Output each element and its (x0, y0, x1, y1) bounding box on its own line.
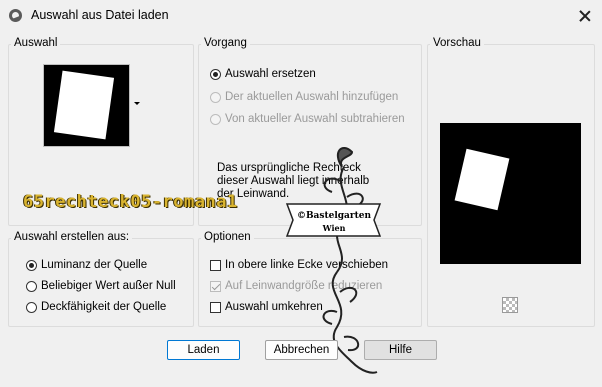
radio-label: Von aktueller Auswahl subtrahieren (225, 113, 405, 125)
preview-canvas (440, 123, 581, 264)
radio-label: Auswahl ersetzen (225, 68, 316, 80)
radio-indicator (210, 91, 221, 103)
load-button[interactable]: Laden (167, 340, 240, 360)
radio-deckfaehigkeit[interactable]: Deckfähigkeit der Quelle (26, 301, 166, 313)
window-title: Auswahl aus Datei laden (31, 8, 169, 22)
group-auswahl-label: Auswahl (11, 37, 61, 49)
help-button[interactable]: Hilfe (364, 340, 437, 360)
radio-luminanz[interactable]: Luminanz der Quelle (26, 259, 147, 271)
thumbnail-shape (53, 70, 115, 140)
radio-auswahl-hinzufuegen[interactable]: Der aktuellen Auswahl hinzufügen (210, 91, 398, 103)
logo-text-line1: ©Bastelgarten (297, 211, 372, 221)
radio-auswahl-ersetzen[interactable]: Auswahl ersetzen (210, 68, 316, 80)
radio-label: Beliebiger Wert außer Null (41, 280, 176, 292)
chevron-down-icon[interactable] (134, 102, 140, 105)
radio-indicator (210, 68, 221, 80)
cancel-button[interactable]: Abbrechen (265, 340, 338, 360)
transparency-toggle-icon[interactable] (502, 297, 518, 313)
radio-label: Luminanz der Quelle (41, 259, 148, 271)
radio-auswahl-subtrahieren[interactable]: Von aktueller Auswahl subtrahieren (210, 113, 405, 125)
selection-thumbnail[interactable] (43, 64, 130, 147)
radio-indicator (26, 280, 37, 292)
group-optionen-label: Optionen (201, 231, 254, 243)
app-icon (9, 9, 22, 22)
radio-label: Der aktuellen Auswahl hinzufügen (225, 91, 399, 103)
filename-watermark: 65rechteck05-romana1 (23, 192, 238, 212)
radio-label: Deckfähigkeit der Quelle (41, 301, 167, 313)
logo-text-line2: Wien (322, 223, 346, 233)
group-vorgang-label: Vorgang (201, 37, 250, 49)
group-erstellen-label: Auswahl erstellen aus: (11, 231, 133, 243)
preview-shape (454, 148, 510, 211)
title-bar: Auswahl aus Datei laden (0, 0, 602, 31)
close-icon[interactable] (575, 6, 595, 26)
radio-beliebiger-wert[interactable]: Beliebiger Wert außer Null (26, 280, 176, 292)
checkbox-indicator (210, 280, 221, 292)
checkbox-indicator (210, 259, 221, 271)
radio-indicator (26, 301, 37, 313)
radio-indicator (26, 259, 37, 271)
group-vorschau-label: Vorschau (430, 37, 484, 49)
checkbox-indicator (210, 301, 221, 313)
radio-indicator (210, 113, 221, 125)
